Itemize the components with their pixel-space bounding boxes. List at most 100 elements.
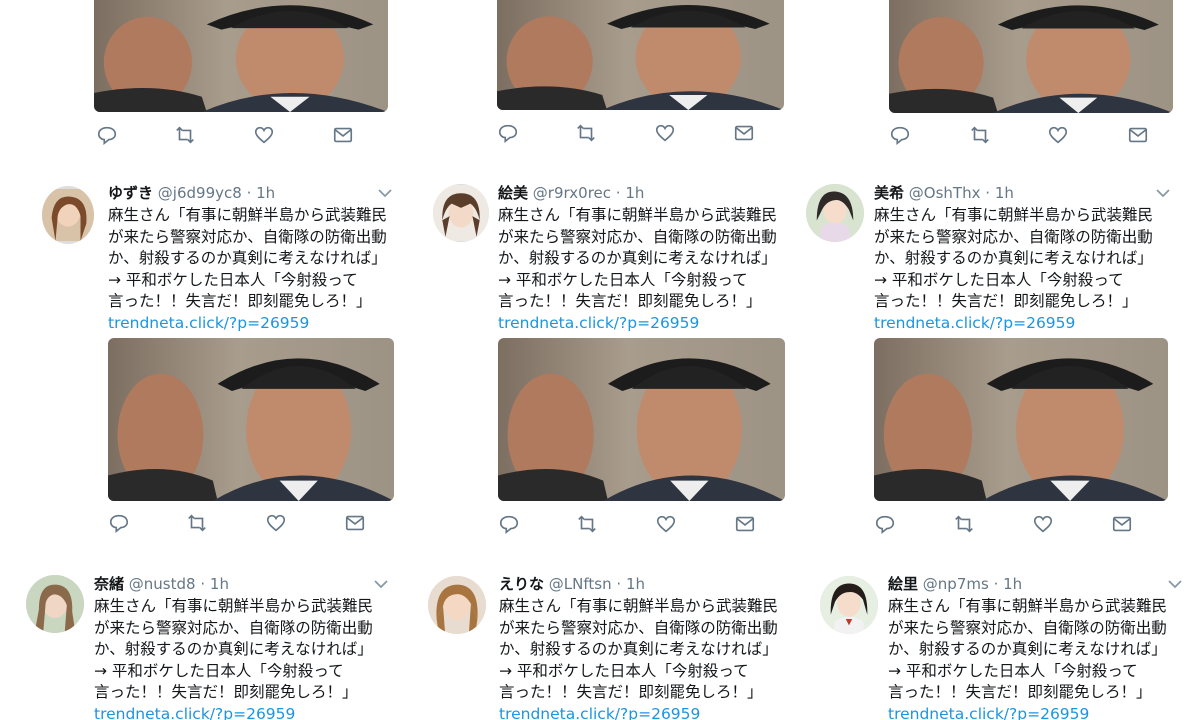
tweet-text: 麻生さん「有事に朝鮮半島から武装難民 が来たら警察対応か、自衛隊の防衛出動 か、… [94,596,384,720]
tweet-text-line: か、射殺するのか真剣に考えなければ」 [874,249,1153,267]
tweet-actions [108,512,378,534]
separator: · [616,575,622,593]
message-icon[interactable] [344,512,366,534]
chevron-down-icon[interactable] [1156,188,1170,198]
retweet-icon[interactable] [186,512,208,534]
tweet-photo[interactable] [874,338,1168,501]
like-icon[interactable] [253,124,275,146]
timestamp[interactable]: 1h [210,575,229,593]
user-handle[interactable]: @OshThx [909,184,981,202]
tweet-header: えりな @LNftsn · 1h [499,575,645,593]
tweet-link[interactable]: trendneta.click/?p=26959 [888,704,1188,720]
tweet-photo[interactable] [497,0,784,110]
display-name[interactable]: 奈緒 [94,575,124,593]
tweet-text-line: か、射殺するのか真剣に考えなければ」 [108,249,387,267]
reply-icon[interactable] [108,512,130,534]
user-handle[interactable]: @j6d99yc8 [158,184,242,202]
display-name[interactable]: 絵里 [888,575,918,593]
like-icon[interactable] [1047,124,1069,146]
avatar[interactable] [433,184,489,242]
tweet-photo[interactable] [498,338,785,501]
retweet-icon[interactable] [576,513,598,535]
retweet-icon[interactable] [953,513,975,535]
chevron-down-icon[interactable] [1168,579,1182,589]
tweet-actions [889,124,1159,146]
tweet-link[interactable]: trendneta.click/?p=26959 [499,704,787,720]
like-icon[interactable] [265,512,287,534]
display-name[interactable]: えりな [499,575,544,593]
tweet-photo[interactable] [94,0,388,112]
tweet-text-line: → 平和ボケした日本人「今射殺って [498,270,748,289]
user-handle[interactable]: @LNftsn [549,575,612,593]
avatar[interactable] [806,184,864,242]
user-handle[interactable]: @np7ms [923,575,989,593]
timeline-column-1: ゆずき @j6d99yc8 · 1h 麻生さん「有事に朝鮮半島から武装難民 が来… [0,0,400,720]
message-icon[interactable] [332,124,354,146]
tweet-link[interactable]: trendneta.click/?p=26959 [108,313,398,335]
message-icon[interactable] [734,513,756,535]
user-handle[interactable]: @nustd8 [129,575,196,593]
avatar[interactable] [820,576,878,634]
reply-icon[interactable] [889,124,911,146]
chevron-down-icon[interactable] [374,579,388,589]
photo-illustration [94,5,388,112]
tweet-actions [874,513,1144,535]
reply-icon[interactable] [874,513,896,535]
tweet-text-line: 言った！！失言だ！即刻罷免しろ！」 [108,292,372,310]
tweet-link[interactable]: trendneta.click/?p=26959 [498,313,786,335]
timestamp[interactable]: 1h [1003,575,1022,593]
tweet-link[interactable]: trendneta.click/?p=26959 [874,313,1174,335]
tweet-photo[interactable] [889,0,1173,113]
tweet-link[interactable]: trendneta.click/?p=26959 [94,704,384,720]
tweet-text-line: 言った！！失言だ！即刻罷免しろ！」 [874,292,1138,310]
reply-icon[interactable] [96,124,118,146]
retweet-icon[interactable] [969,124,991,146]
avatar[interactable] [42,186,94,244]
tweet-text-line: が来たら警察対応か、自衛隊の防衛出動 [499,618,778,637]
user-handle[interactable]: @r9rx0rec [533,184,611,202]
tweet-photo[interactable] [108,338,394,501]
tweet-text-line: 言った！！失言だ！即刻罷免しろ！」 [499,683,763,701]
tweet-text-line: 言った！！失言だ！即刻罷免しろ！」 [94,683,358,701]
timestamp[interactable]: 1h [625,184,644,202]
retweet-icon[interactable] [575,122,597,144]
like-icon[interactable] [654,122,676,144]
display-name[interactable]: ゆずき [108,184,153,202]
tweet-text-line: か、射殺するのか真剣に考えなければ」 [888,640,1167,658]
message-icon[interactable] [1127,124,1149,146]
tweet-text-line: 言った！！失言だ！即刻罷免しろ！」 [888,683,1152,701]
tweet-text-line: 麻生さん「有事に朝鮮半島から武装難民 [874,206,1154,224]
tweet-text-line: → 平和ボケした日本人「今射殺って [94,661,344,680]
tweet-text: 麻生さん「有事に朝鮮半島から武装難民 が来たら警察対応か、自衛隊の防衛出動 か、… [499,596,787,720]
reply-icon[interactable] [497,122,519,144]
tweet-text-line: 言った！！失言だ！即刻罷免しろ！」 [498,292,762,310]
message-icon[interactable] [733,122,755,144]
timeline-column-2: 絵美 @r9rx0rec · 1h 麻生さん「有事に朝鮮半島から武装難民 が来た… [400,0,800,720]
tweet-text-line: が来たら警察対応か、自衛隊の防衛出動 [498,227,777,246]
tweet-actions [497,122,767,144]
chevron-down-icon[interactable] [378,188,392,198]
tweet-text-line: 麻生さん「有事に朝鮮半島から武装難民 [888,597,1168,615]
photo-illustration [108,358,394,501]
tweet-header: ゆずき @j6d99yc8 · 1h [108,184,275,202]
tweet-header: 奈緒 @nustd8 · 1h [94,575,229,593]
display-name[interactable]: 美希 [874,184,904,202]
separator: · [985,184,991,202]
avatar[interactable] [428,576,486,634]
tweet-actions [96,124,366,146]
like-icon[interactable] [655,513,677,535]
retweet-icon[interactable] [174,124,196,146]
tweet-header: 美希 @OshThx · 1h [874,184,1014,202]
timestamp[interactable]: 1h [256,184,275,202]
timestamp[interactable]: 1h [626,575,645,593]
reply-icon[interactable] [498,513,520,535]
display-name[interactable]: 絵美 [498,184,528,202]
like-icon[interactable] [1032,513,1054,535]
separator: · [993,575,999,593]
photo-illustration [497,5,784,110]
timestamp[interactable]: 1h [995,184,1014,202]
tweet-text-line: が来たら警察対応か、自衛隊の防衛出動 [888,618,1167,637]
tweet-text-line: か、射殺するのか真剣に考えなければ」 [499,640,778,658]
message-icon[interactable] [1111,513,1133,535]
avatar[interactable] [26,575,84,633]
